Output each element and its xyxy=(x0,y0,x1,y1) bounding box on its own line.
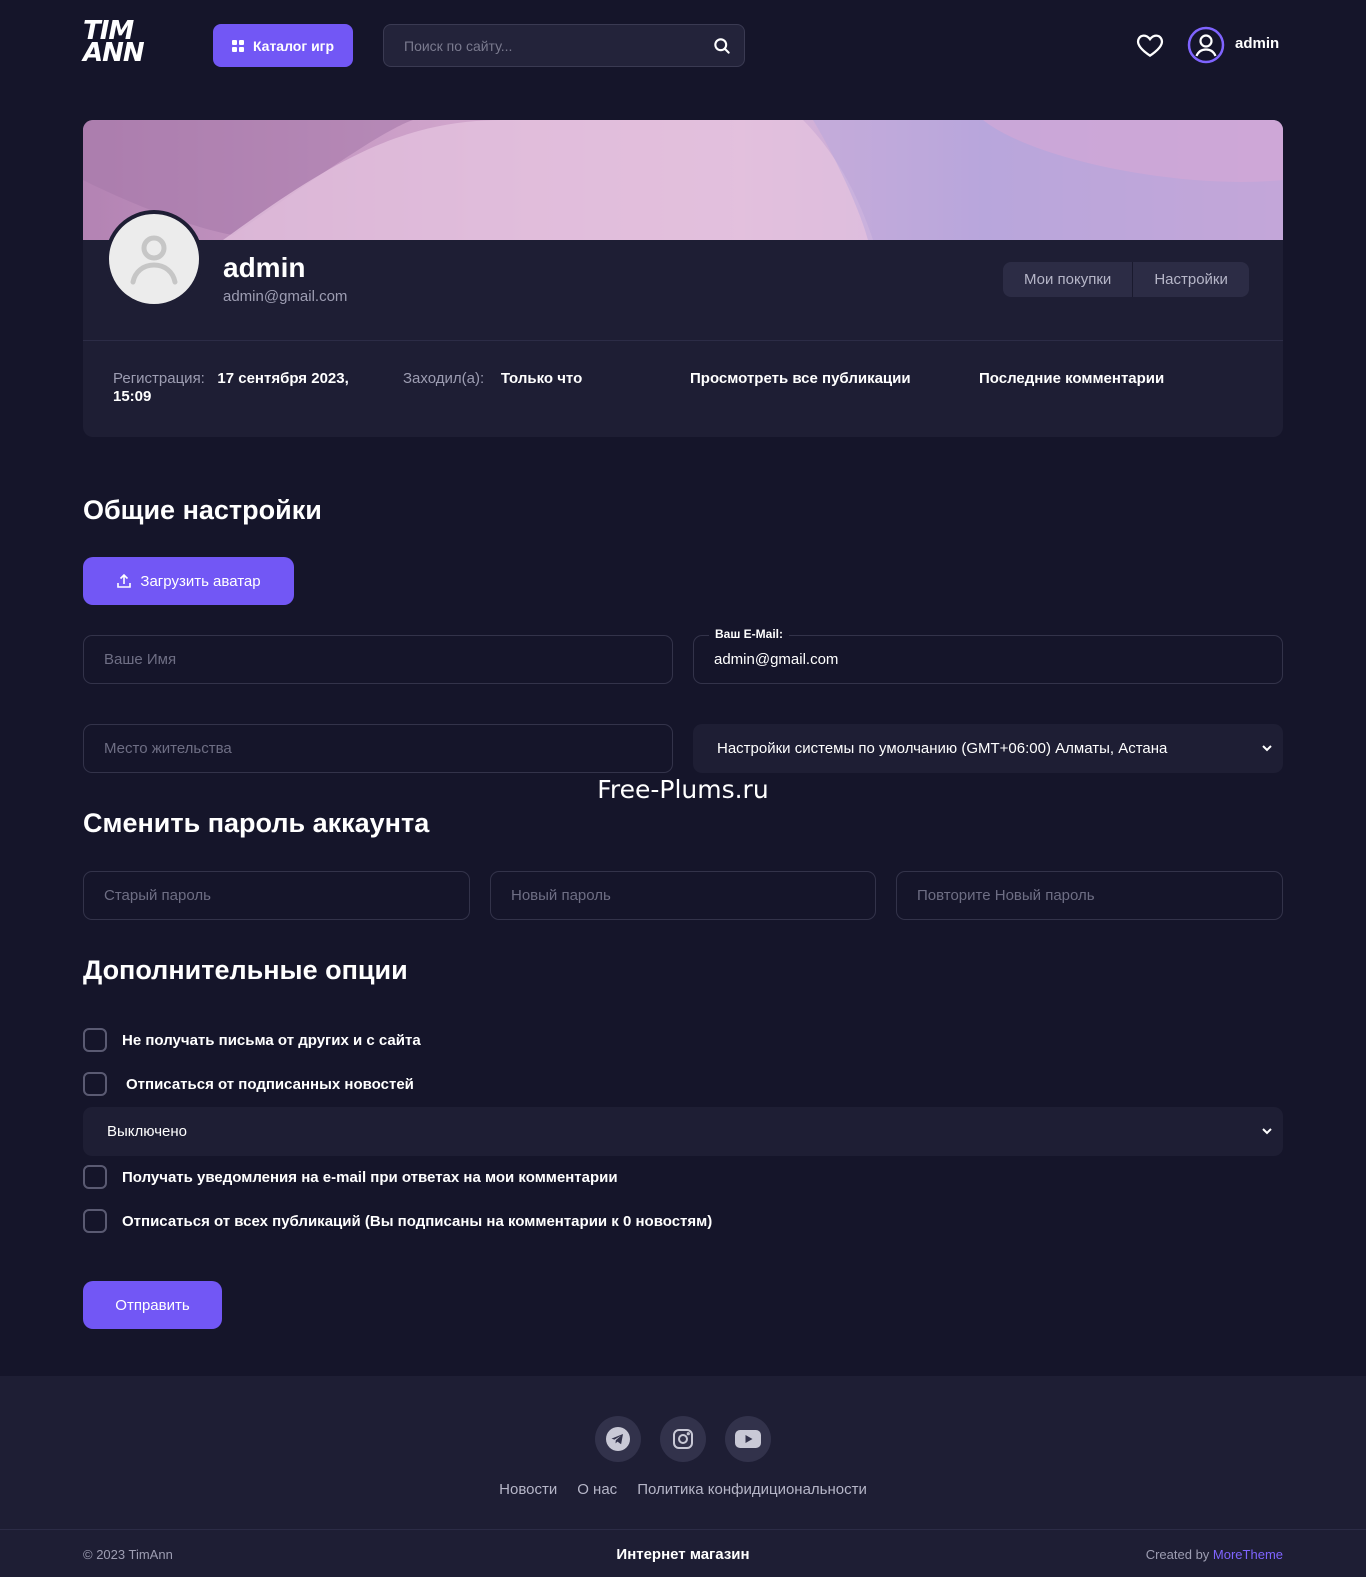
email-field: Ваш E-Mail: xyxy=(693,627,1283,684)
site-logo[interactable]: TIM ANN xyxy=(83,18,155,70)
checkbox-unsubscribe-news[interactable] xyxy=(83,1072,107,1096)
checkbox-unsubscribe-all[interactable] xyxy=(83,1209,107,1233)
old-password-input[interactable] xyxy=(84,872,469,919)
city-field xyxy=(83,724,673,773)
registration-label: Регистрация: xyxy=(113,370,205,387)
option-no-emails-label: Не получать письма от других и с сайта xyxy=(122,1031,421,1049)
avatar xyxy=(105,210,203,308)
tab-settings[interactable]: Настройки xyxy=(1132,262,1249,297)
checkbox-no-emails[interactable] xyxy=(83,1028,107,1052)
city-input[interactable] xyxy=(84,725,672,772)
view-publications-link[interactable]: Просмотреть все публикации xyxy=(690,370,911,387)
default-avatar-icon xyxy=(130,235,178,285)
search-icon[interactable] xyxy=(712,36,732,56)
change-password-title: Сменить пароль аккаунта xyxy=(83,808,430,838)
timezone-value: Настройки системы по умолчанию (GMT+06:0… xyxy=(717,740,1168,757)
option-reply-notifications: Получать уведомления на e-mail при ответ… xyxy=(83,1165,618,1189)
subscription-value: Выключено xyxy=(107,1123,187,1140)
email-label: Ваш E-Mail: xyxy=(709,627,790,641)
watermark: Free-Plums.ru xyxy=(597,775,769,804)
social-links xyxy=(0,1416,1366,1462)
email-input[interactable] xyxy=(694,636,1282,683)
option-unsubscribe-news-label: Отписаться от подписанных новостей xyxy=(126,1075,414,1093)
footer-link-privacy[interactable]: Политика конфидициональности xyxy=(637,1481,867,1498)
option-reply-notifications-label: Получать уведомления на e-mail при ответ… xyxy=(122,1168,618,1186)
profile-cover xyxy=(83,120,1283,240)
extra-options-title: Дополнительные опции xyxy=(83,955,408,985)
last-comments-link[interactable]: Последние комментарии xyxy=(979,370,1164,387)
footer-links: Новости О нас Политика конфидициональнос… xyxy=(0,1481,1366,1498)
submit-button[interactable]: Отправить xyxy=(83,1281,222,1329)
visited-stat: Заходил(а): Только что xyxy=(403,370,582,387)
created-by: Created by MoreTheme xyxy=(1146,1547,1283,1562)
visited-label: Заходил(а): xyxy=(403,370,485,387)
profile-divider xyxy=(83,340,1283,341)
grid-icon xyxy=(231,39,244,52)
chevron-down-icon xyxy=(1262,1128,1272,1135)
cover-waves xyxy=(83,120,1283,240)
option-no-emails: Не получать письма от других и с сайта xyxy=(83,1028,421,1052)
instagram-icon[interactable] xyxy=(660,1416,706,1462)
general-settings-title: Общие настройки xyxy=(83,495,322,525)
footer-bottom: © 2023 TimAnn Интернет магазин Created b… xyxy=(0,1529,1366,1577)
telegram-icon[interactable] xyxy=(595,1416,641,1462)
footer-link-news[interactable]: Новости xyxy=(499,1481,557,1498)
heart-icon[interactable] xyxy=(1135,30,1165,60)
user-icon[interactable] xyxy=(1187,26,1225,64)
repeat-password-input[interactable] xyxy=(897,872,1282,919)
upload-avatar-label: Загрузить аватар xyxy=(140,572,261,590)
upload-icon xyxy=(117,573,132,588)
catalog-button[interactable]: Каталог игр xyxy=(213,24,353,67)
site-footer: Новости О нас Политика конфидициональнос… xyxy=(0,1376,1366,1577)
header-username[interactable]: admin xyxy=(1235,35,1279,52)
registration-stat: Регистрация: 17 сентября 2023, 15:09 xyxy=(113,370,373,406)
footer-link-about[interactable]: О нас xyxy=(577,1481,617,1498)
site-header: TIM ANN Каталог игр admin xyxy=(0,0,1366,90)
checkbox-reply-notifications[interactable] xyxy=(83,1165,107,1189)
profile-email: admin@gmail.com xyxy=(223,288,348,305)
chevron-down-icon xyxy=(1262,745,1272,752)
repeat-password-field xyxy=(896,871,1283,920)
upload-avatar-button[interactable]: Загрузить аватар xyxy=(83,557,294,605)
option-unsubscribe-news: Отписаться от подписанных новостей xyxy=(83,1072,414,1096)
profile-card: admin admin@gmail.com Мои покупки Настро… xyxy=(83,120,1283,437)
catalog-button-label: Каталог игр xyxy=(252,37,335,54)
created-by-label: Created by xyxy=(1145,1547,1210,1562)
option-unsubscribe-all: Отписаться от всех публикаций (Вы подпис… xyxy=(83,1209,712,1233)
search-box xyxy=(383,24,745,67)
name-field xyxy=(83,635,673,684)
profile-tabs: Мои покупки Настройки xyxy=(1003,262,1249,297)
search-input[interactable] xyxy=(384,25,744,66)
created-by-link[interactable]: MoreTheme xyxy=(1213,1547,1283,1562)
profile-name: admin xyxy=(223,252,306,283)
option-unsubscribe-all-label: Отписаться от всех публикаций (Вы подпис… xyxy=(122,1212,713,1230)
new-password-field xyxy=(490,871,876,920)
old-password-field xyxy=(83,871,470,920)
tab-my-purchases[interactable]: Мои покупки xyxy=(1003,262,1132,297)
subscription-select[interactable]: Выключено xyxy=(83,1107,1283,1156)
logo-line-2: ANN xyxy=(83,38,145,68)
name-input[interactable] xyxy=(84,636,672,683)
visited-value: Только что xyxy=(500,370,583,387)
timezone-select[interactable]: Настройки системы по умолчанию (GMT+06:0… xyxy=(693,724,1283,773)
new-password-input[interactable] xyxy=(491,872,875,919)
youtube-icon[interactable] xyxy=(725,1416,771,1462)
